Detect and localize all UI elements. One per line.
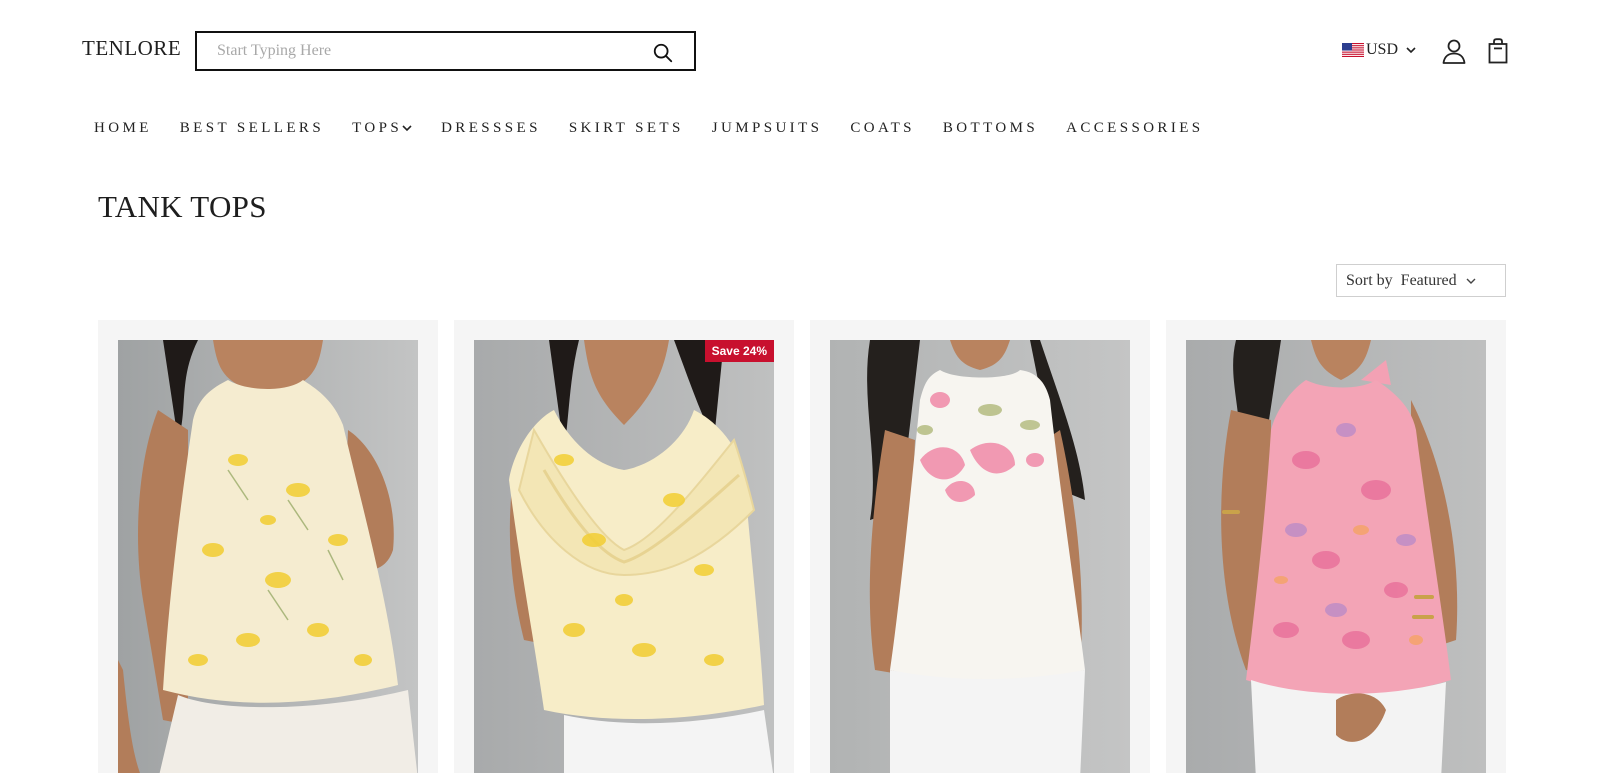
nav-label: JUMPSUITS [711, 119, 823, 136]
us-flag-icon [1342, 43, 1364, 57]
chevron-down-icon [1406, 47, 1416, 54]
search-icon[interactable] [652, 42, 674, 64]
nav-item-best-sellers[interactable]: BEST SELLERS [180, 120, 324, 137]
search-input[interactable] [217, 41, 637, 61]
nav-item-home[interactable]: HOME [94, 120, 152, 137]
page-title: TANK TOPS [98, 189, 267, 224]
nav-label: ACCESSORIES [1066, 119, 1204, 136]
site-header: TENLORE USD [0, 0, 1600, 100]
chevron-down-icon [1466, 278, 1476, 284]
product-card[interactable] [98, 320, 438, 773]
nav-item-skirt-sets[interactable]: SKIRT SETS [569, 120, 684, 137]
product-image[interactable] [1186, 340, 1486, 773]
nav-label: SKIRT SETS [568, 119, 684, 136]
product-image[interactable] [118, 340, 418, 773]
currency-selector[interactable]: USD [1342, 40, 1417, 60]
nav-item-accessories[interactable]: ACCESSORIES [1066, 120, 1203, 137]
nav-label: TOPS [352, 119, 403, 136]
product-card[interactable] [810, 320, 1150, 773]
sort-value: Featured [1400, 271, 1457, 289]
sale-badge: Save 24% [704, 340, 774, 362]
account-icon[interactable] [1441, 38, 1467, 64]
nav-item-tops[interactable]: TOPS [352, 120, 413, 137]
product-image[interactable]: Save 24% [474, 340, 774, 773]
nav-item-jumpsuits[interactable]: JUMPSUITS [712, 120, 823, 137]
currency-code: USD [1366, 41, 1399, 58]
product-image[interactable] [830, 340, 1130, 773]
nav-label: HOME [94, 119, 152, 136]
nav-item-coats[interactable]: COATS [850, 120, 915, 137]
search-bar [195, 31, 696, 71]
nav-label: COATS [850, 119, 915, 136]
nav-item-bottoms[interactable]: BOTTOMS [943, 120, 1038, 137]
product-card[interactable]: Save 24% [454, 320, 794, 773]
sort-label: Sort by [1346, 271, 1393, 289]
chevron-down-icon [402, 125, 412, 132]
product-card[interactable] [1166, 320, 1506, 773]
nav-label: BEST SELLERS [179, 119, 325, 136]
brand-logo[interactable]: TENLORE [82, 36, 181, 61]
main-nav: HOME BEST SELLERS TOPS DRESSSES SKIRT SE… [94, 118, 1232, 138]
nav-item-dresses[interactable]: DRESSSES [441, 120, 541, 137]
nav-label: DRESSSES [441, 119, 541, 136]
nav-label: BOTTOMS [942, 119, 1039, 136]
cart-icon[interactable] [1487, 38, 1509, 64]
sort-dropdown[interactable]: Sort by Featured [1336, 264, 1506, 297]
